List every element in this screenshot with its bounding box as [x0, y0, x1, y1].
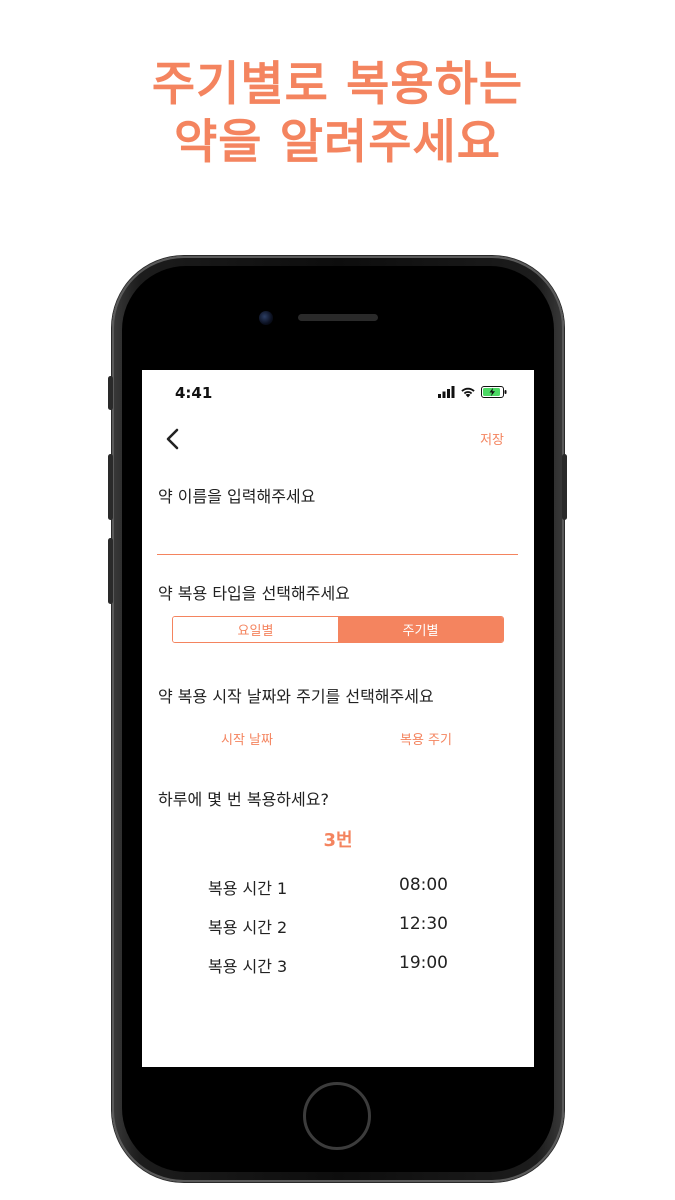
mute-switch [108, 376, 113, 410]
dose-time-row[interactable]: 복용 시간 2 12:30 [142, 914, 534, 940]
dose-time-label: 복용 시간 1 [208, 879, 288, 898]
headline-line-2: 약을 알려주세요 [173, 115, 502, 170]
promo-headline: 주기별로 복용하는 약을 알려주세요 [0, 56, 675, 172]
medicine-name-label: 약 이름을 입력해주세요 [158, 487, 316, 506]
dose-time-label: 복용 시간 2 [208, 918, 288, 937]
dose-time-row[interactable]: 복용 시간 1 08:00 [142, 875, 534, 901]
segment-by-cycle[interactable]: 주기별 [338, 617, 503, 642]
start-date-picker[interactable]: 시작 날짜 [221, 729, 273, 748]
chevron-left-icon[interactable] [162, 426, 186, 452]
daily-count-label: 하루에 몇 번 복용하세요? [158, 790, 329, 809]
dose-time-value[interactable]: 19:00 [399, 953, 448, 973]
segment-by-weekday[interactable]: 요일별 [173, 617, 338, 642]
home-button[interactable] [303, 1082, 371, 1150]
dose-time-value[interactable]: 12:30 [399, 914, 448, 934]
volume-down-button [108, 538, 113, 604]
cellular-signal-icon [438, 386, 455, 398]
status-time: 4:41 [175, 384, 213, 402]
front-camera [259, 311, 273, 325]
app-screen: 4:41 저장 약 이름을 입력해주세요 약 복용 타입을 선택해주세요 요일별… [142, 370, 534, 1067]
start-cycle-label: 약 복용 시작 날짜와 주기를 선택해주세요 [158, 687, 434, 706]
cycle-picker[interactable]: 복용 주기 [400, 729, 452, 748]
dose-time-row[interactable]: 복용 시간 3 19:00 [142, 953, 534, 979]
dose-type-segmented-control: 요일별 주기별 [172, 616, 504, 643]
power-button [562, 454, 567, 520]
daily-count-value[interactable]: 3번 [142, 826, 534, 852]
status-icons [438, 386, 518, 400]
battery-charging-icon [481, 386, 507, 398]
headline-line-1: 주기별로 복용하는 [151, 57, 524, 112]
dose-time-label: 복용 시간 3 [208, 957, 288, 976]
volume-up-button [108, 454, 113, 520]
wifi-icon [461, 387, 475, 398]
dose-type-label: 약 복용 타입을 선택해주세요 [158, 584, 350, 603]
dose-time-value[interactable]: 08:00 [399, 875, 448, 895]
medicine-name-input[interactable] [157, 518, 518, 555]
earpiece-speaker [298, 314, 378, 321]
save-button[interactable]: 저장 [480, 429, 504, 448]
